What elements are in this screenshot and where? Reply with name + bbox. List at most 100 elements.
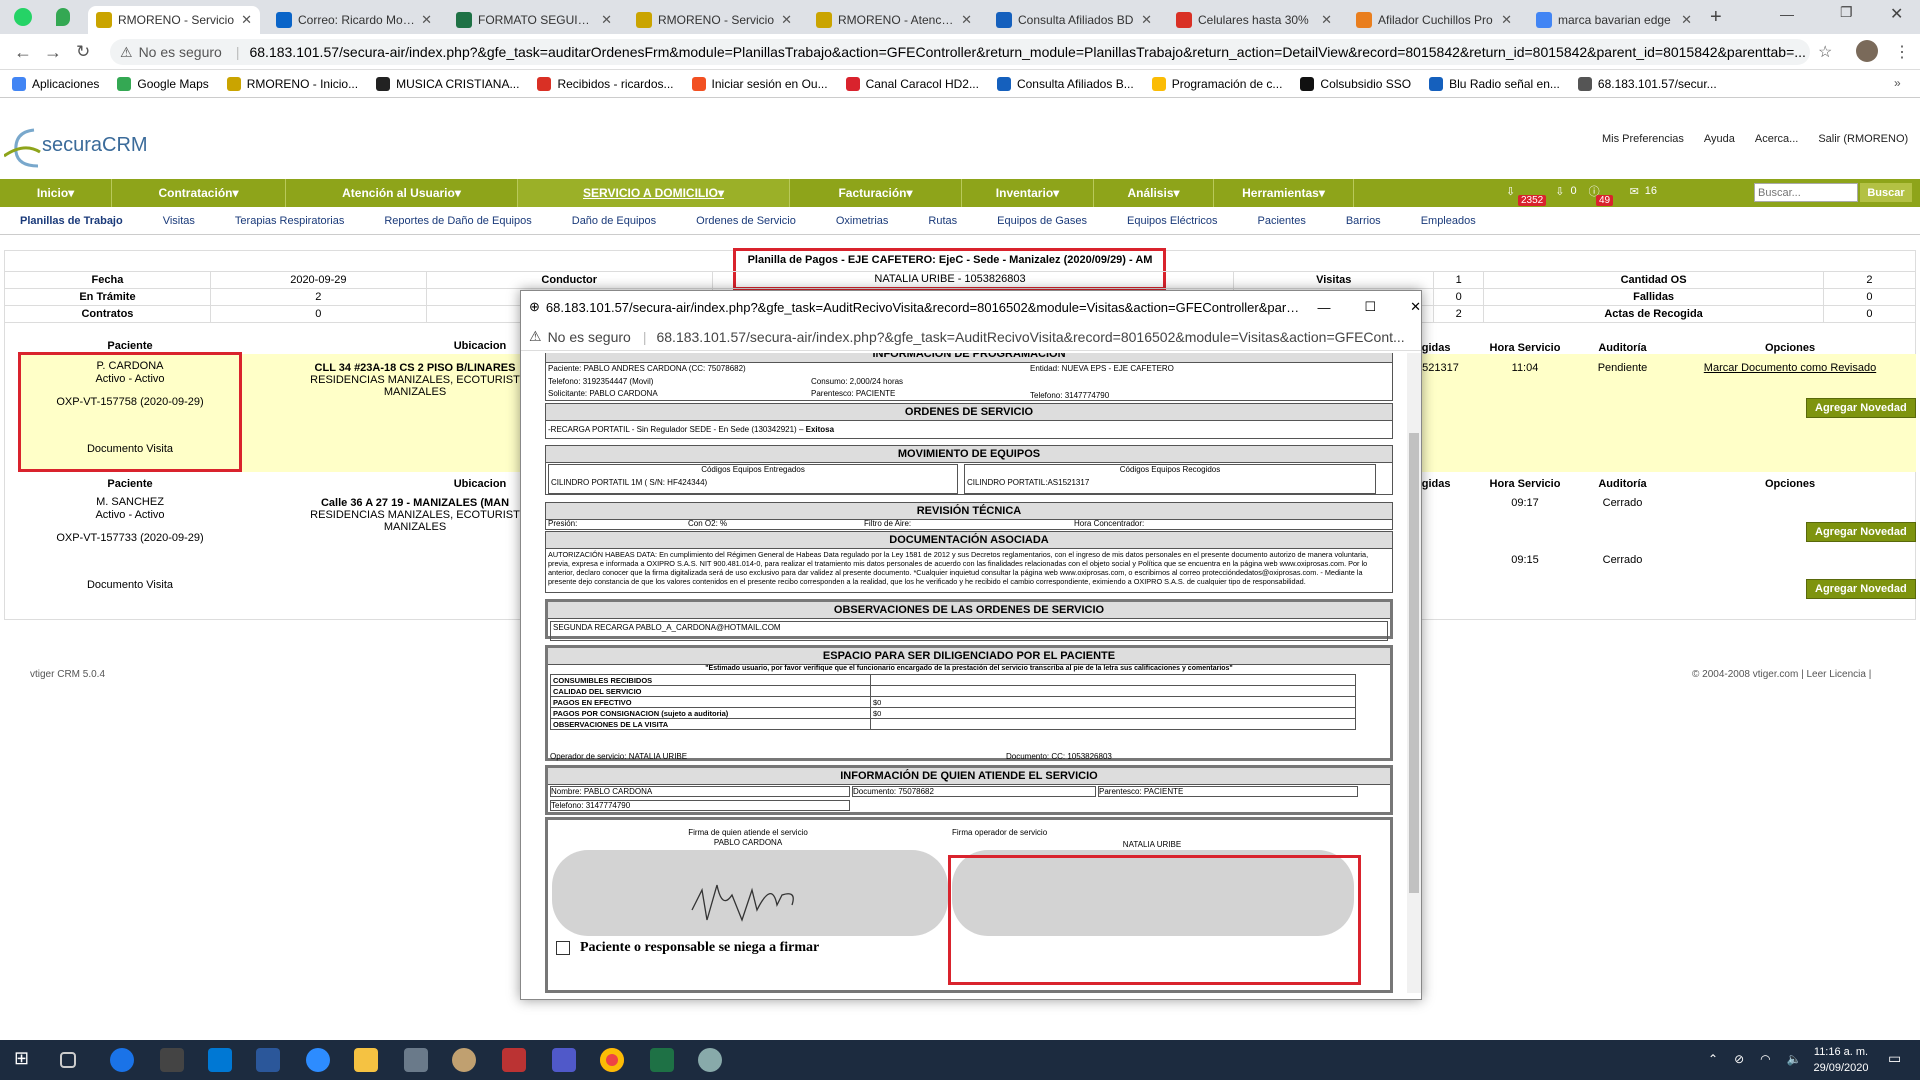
store-icon[interactable] xyxy=(160,1048,184,1072)
excel-icon[interactable] xyxy=(650,1048,674,1072)
bookmark-item[interactable]: RMORENO - Inicio... xyxy=(226,76,358,91)
bookmark-item[interactable]: Google Maps xyxy=(117,76,209,91)
agregar-novedad-button[interactable]: Agregar Novedad xyxy=(1806,398,1916,418)
globe-app-icon[interactable] xyxy=(698,1048,722,1072)
niega-firmar-checkbox[interactable] xyxy=(556,941,570,955)
new-tab-button[interactable]: + xyxy=(1710,6,1722,29)
app-icon-fish[interactable] xyxy=(404,1048,428,1072)
paint-icon[interactable] xyxy=(452,1048,476,1072)
tab-close-icon[interactable]: ✕ xyxy=(601,12,612,28)
submenu-item[interactable]: Oximetrias xyxy=(816,215,909,227)
logo[interactable]: securaCRM xyxy=(3,122,148,172)
bookmark-item[interactable]: MUSICA CRISTIANA... xyxy=(376,76,519,91)
submenu-item[interactable]: Visitas xyxy=(143,215,215,227)
bookmark-item[interactable]: 68.183.101.57/secur... xyxy=(1577,76,1717,91)
paciente-name-2[interactable]: M. SANCHEZ xyxy=(20,496,240,509)
popup-close-button[interactable]: ✕ xyxy=(1410,299,1421,315)
browser-tab[interactable]: Consulta Afiliados BD ✕ xyxy=(988,6,1160,34)
zoom-icon[interactable] xyxy=(306,1048,330,1072)
submenu-item[interactable]: Terapias Respiratorias xyxy=(215,215,364,227)
menu-item[interactable]: Atención al Usuario ▾ xyxy=(286,179,518,207)
tab-close-icon[interactable]: ✕ xyxy=(781,12,792,28)
firma-paciente-pad[interactable] xyxy=(552,850,948,936)
windows-start-icon[interactable]: ⊞ xyxy=(14,1048,38,1072)
visita-code-2[interactable]: OXP-VT-157733 (2020-09-29) xyxy=(20,532,240,545)
word-icon[interactable] xyxy=(256,1048,280,1072)
browser-tab[interactable]: RMORENO - Atención ✕ xyxy=(808,6,980,34)
footer-copyright[interactable]: © 2004-2008 vtiger.com | Leer Licencia | xyxy=(1692,669,1871,680)
submenu-item[interactable]: Rutas xyxy=(908,215,977,227)
browser-menu-icon[interactable]: ⋮ xyxy=(1894,42,1910,62)
browser-tab[interactable]: RMORENO - Servicio ✕ xyxy=(628,6,800,34)
menu-item[interactable]: Inventario ▾ xyxy=(962,179,1094,207)
chrome-icon[interactable] xyxy=(600,1048,624,1072)
documento-visita-link-2[interactable]: Documento Visita xyxy=(20,579,240,592)
top-link[interactable]: Acerca... xyxy=(1755,133,1798,145)
back-arrow-icon[interactable]: ← xyxy=(14,42,32,63)
agregar-novedad-button-2[interactable]: Agregar Novedad xyxy=(1806,522,1916,542)
tab-close-icon[interactable]: ✕ xyxy=(241,12,252,28)
menu-item[interactable]: Inicio ▾ xyxy=(0,179,112,207)
notifications-icon[interactable]: ▭ xyxy=(1888,1050,1901,1067)
close-window-button[interactable]: ✕ xyxy=(1890,4,1903,24)
popup-scrollbar[interactable] xyxy=(1407,353,1421,993)
menu-item[interactable]: Facturación ▾ xyxy=(790,179,962,207)
tab-close-icon[interactable]: ✕ xyxy=(961,12,972,28)
task-view-icon[interactable] xyxy=(60,1052,76,1068)
minimize-window-button[interactable]: — xyxy=(1780,6,1794,22)
pdf-icon[interactable] xyxy=(502,1048,526,1072)
wifi-icon[interactable]: ◠ xyxy=(1760,1052,1770,1066)
top-link[interactable]: Ayuda xyxy=(1704,133,1735,145)
restore-window-button[interactable]: ❐ xyxy=(1840,4,1853,21)
tab-close-icon[interactable]: ✕ xyxy=(421,12,432,28)
bookmark-item[interactable]: Canal Caracol HD2... xyxy=(845,76,979,91)
submenu-item[interactable]: Pacientes xyxy=(1238,215,1326,227)
browser-tab[interactable]: Afilador Cuchillos Pro ✕ xyxy=(1348,6,1520,34)
search-input[interactable] xyxy=(1754,183,1858,202)
submenu-item[interactable]: Daño de Equipos xyxy=(552,215,676,227)
volume-icon[interactable]: 🔈 xyxy=(1787,1052,1802,1066)
tab-close-icon[interactable]: ✕ xyxy=(1321,12,1332,28)
bookmark-item[interactable]: Programación de c... xyxy=(1151,76,1282,91)
browser-tab[interactable]: FORMATO SEGUIMIENTO ✕ xyxy=(448,6,620,34)
teams-icon[interactable] xyxy=(552,1048,576,1072)
submenu-item[interactable]: Empleados xyxy=(1401,215,1496,227)
edge-icon[interactable] xyxy=(110,1048,134,1072)
bookmark-item[interactable]: Aplicaciones xyxy=(12,76,99,91)
browser-tab[interactable]: Correo: Ricardo Moreno ✕ xyxy=(268,6,440,34)
clock[interactable]: 11:16 a. m. 29/09/2020 xyxy=(1804,1044,1878,1076)
tray-chevron-icon[interactable]: ⌃ xyxy=(1708,1052,1718,1066)
forward-arrow-icon[interactable]: → xyxy=(44,42,62,63)
reload-icon[interactable]: ↻ xyxy=(76,42,90,62)
submenu-item[interactable]: Planillas de Trabajo xyxy=(0,215,143,227)
tab-close-icon[interactable]: ✕ xyxy=(1501,12,1512,28)
browser-tab[interactable]: Celulares hasta 30% ✕ xyxy=(1168,6,1340,34)
bookmark-item[interactable]: Iniciar sesión en Ou... xyxy=(691,76,828,91)
browser-tab[interactable]: marca bavarian edge ✕ xyxy=(1528,6,1700,34)
bookmark-item[interactable]: Recibidos - ricardos... xyxy=(537,76,674,91)
more-bookmarks-icon[interactable]: » xyxy=(1894,76,1901,90)
submenu-item[interactable]: Equipos de Gases xyxy=(977,215,1107,227)
file-explorer-icon[interactable] xyxy=(354,1048,378,1072)
popup-maximize-button[interactable]: ☐ xyxy=(1364,299,1376,315)
top-link[interactable]: Salir (RMORENO) xyxy=(1818,133,1908,145)
agregar-novedad-button-3[interactable]: Agregar Novedad xyxy=(1806,579,1916,599)
submenu-item[interactable]: Equipos Eléctricos xyxy=(1107,215,1238,227)
cal-icon[interactable]: ⇩ xyxy=(1555,185,1564,198)
marcar-revisado-link[interactable]: Marcar Documento como Revisado xyxy=(1665,362,1915,374)
popup-minimize-button[interactable]: — xyxy=(1317,300,1330,315)
menu-item[interactable]: Contratación ▾ xyxy=(112,179,286,207)
bookmark-item[interactable]: Consulta Afiliados B... xyxy=(996,76,1134,91)
maps-pin-icon[interactable] xyxy=(56,8,70,26)
submenu-item[interactable]: Barrios xyxy=(1326,215,1401,227)
submenu-item[interactable]: Reportes de Daño de Equipos xyxy=(364,215,551,227)
mail-icon[interactable] xyxy=(208,1048,232,1072)
popup-url-bar[interactable]: ⚠ No es seguro | 68.183.101.57/secura-ai… xyxy=(521,323,1421,351)
bookmark-star-icon[interactable]: ☆ xyxy=(1818,42,1832,62)
inbox-icon[interactable]: ⇩ xyxy=(1506,185,1515,198)
avatar[interactable] xyxy=(1856,40,1878,62)
browser-tab[interactable]: RMORENO - Servicio ✕ xyxy=(88,6,260,34)
popup-scroll-thumb[interactable] xyxy=(1409,433,1419,893)
chat-icon[interactable]: ✉ xyxy=(1630,185,1639,198)
whatsapp-icon[interactable] xyxy=(14,8,32,26)
